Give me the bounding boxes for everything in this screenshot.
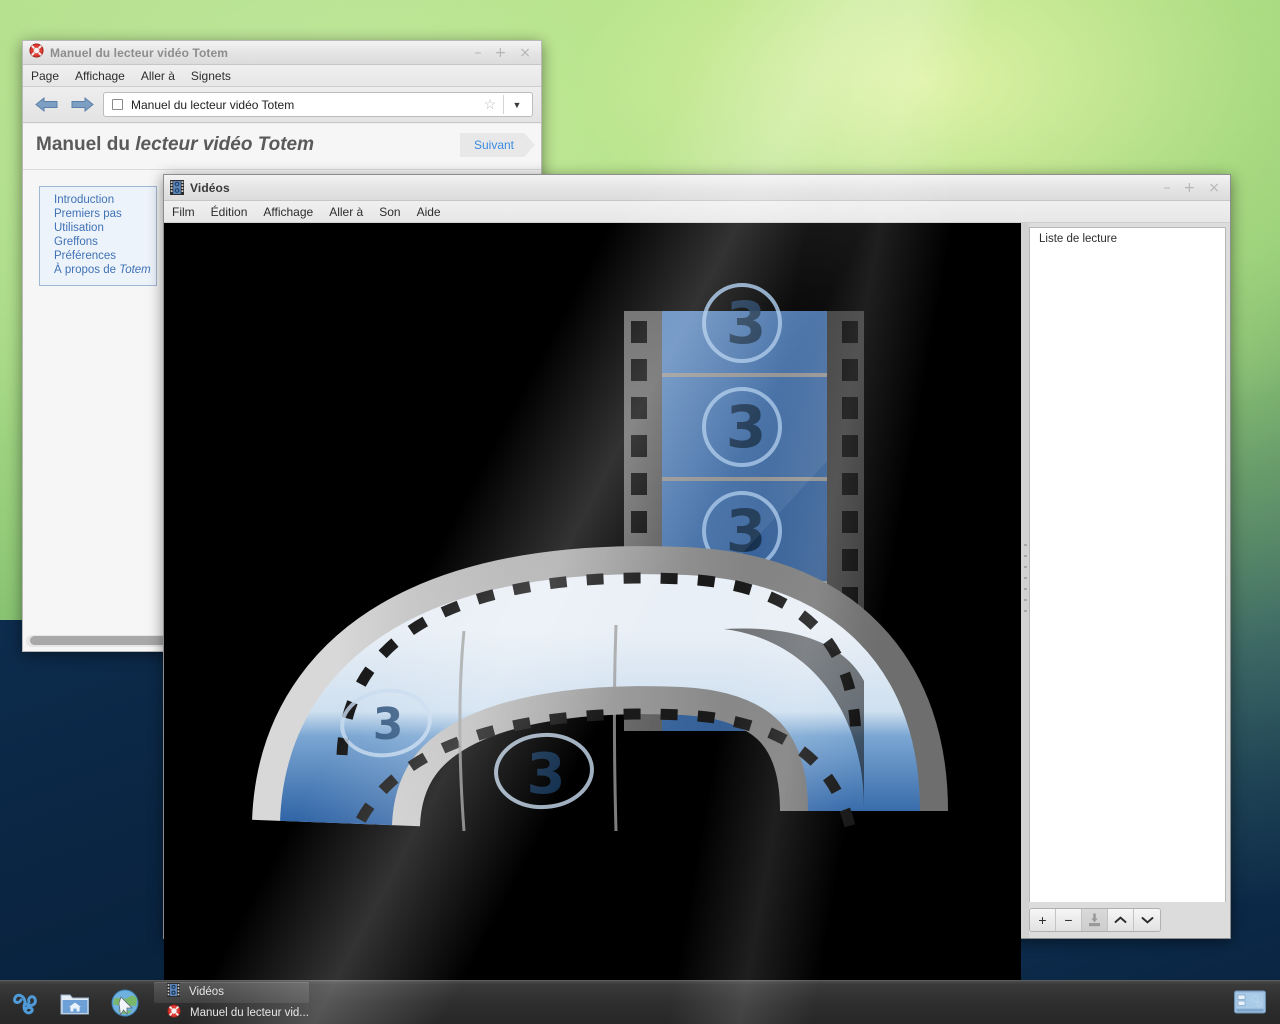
film-strip-icon [167,982,180,1002]
task-button-videos[interactable]: Vidéos [154,981,309,1003]
globe-icon[interactable] [100,981,150,1024]
help-titlebar[interactable]: Manuel du lecteur vidéo Totem – + × [23,41,541,65]
menu-item-signets[interactable]: Signets [191,69,231,83]
toc-link-premiers-pas[interactable]: Premiers pas [40,207,156,221]
toc-link-preferences[interactable]: Préférences [40,249,156,263]
star-icon[interactable]: ☆ [479,96,501,113]
toc-link-a-propos-text: À propos de [54,264,120,276]
help-minimize-button[interactable]: – [475,46,482,60]
playlist-toolbar: + − [1029,902,1230,938]
next-page-button[interactable]: Suivant [459,133,536,157]
help-lifebuoy-icon [29,42,44,63]
help-close-button[interactable]: × [519,46,531,60]
totem-maximize-button[interactable]: + [1184,181,1196,195]
back-arrow-icon[interactable] [31,93,61,117]
playlist-remove-button[interactable]: − [1056,909,1082,931]
playlist-add-button[interactable]: + [1030,909,1056,931]
playlist-panel: Liste de lecture + − [1029,223,1230,938]
menu-item-aller-a[interactable]: Aller à [329,205,363,219]
video-display[interactable]: 333 3 3 [164,223,1021,1010]
task-button-help[interactable]: Manuel du lecteur vid... [154,1003,309,1024]
task-list: Vidéos Manuel du lecteur vid... [150,981,1220,1024]
location-bar[interactable]: Manuel du lecteur vidéo Totem ☆ ▼ [103,92,533,117]
taskbar: Vidéos Manuel du lecteur vid... [0,980,1280,1024]
menu-item-affichage[interactable]: Affichage [263,205,313,219]
task-label: Manuel du lecteur vid... [190,1007,309,1019]
pager-icon[interactable] [1220,981,1280,1024]
toolbar-divider [503,95,504,114]
menu-item-affichage[interactable]: Affichage [75,69,125,83]
help-lifebuoy-icon [167,1003,181,1023]
playlist-move-up-button[interactable] [1108,909,1134,931]
totem-window[interactable]: Vidéos – + × Film Édition Affichage Alle… [163,174,1231,1024]
film-strip-icon [170,180,184,195]
desktop: Manuel du lecteur vidéo Totem – + × Page… [0,0,1280,1024]
page-title-emphasis: lecteur vidéo Totem [135,134,315,155]
totem-close-button[interactable]: × [1208,181,1220,195]
menu-item-aller-a[interactable]: Aller à [141,69,175,83]
triskelion-icon[interactable] [0,981,50,1024]
svg-text:3: 3 [373,699,404,750]
chevron-down-icon[interactable]: ▼ [506,100,528,110]
toc-link-a-propos[interactable]: À propos de Totem [40,263,156,277]
help-toolbar: Manuel du lecteur vidéo Totem ☆ ▼ [23,87,541,123]
menu-item-son[interactable]: Son [379,205,400,219]
menu-item-edition[interactable]: Édition [211,205,248,219]
help-menubar: Page Affichage Aller à Signets [23,65,541,87]
toc-link-utilisation[interactable]: Utilisation [40,221,156,235]
totem-menubar: Film Édition Affichage Aller à Son Aide [164,201,1230,223]
playlist-move-down-button[interactable] [1134,909,1160,931]
totem-titlebar[interactable]: Vidéos – + × [164,175,1230,201]
menu-item-page[interactable]: Page [31,69,59,83]
toc-link-a-propos-emphasis: Totem [119,264,151,276]
location-value: Manuel du lecteur vidéo Totem [131,97,295,112]
help-window-title: Manuel du lecteur vidéo Totem [50,45,229,60]
page-title-plain: Manuel du [36,134,136,155]
help-maximize-button[interactable]: + [495,46,507,60]
document-header: Manuel du lecteur vidéo Totem Suivant [23,124,541,170]
playlist-list[interactable]: Liste de lecture [1029,227,1226,902]
page-icon [112,99,123,110]
table-of-contents: Introduction Premiers pas Utilisation Gr… [39,186,157,286]
toc-link-greffons[interactable]: Greffons [40,235,156,249]
panel-splitter[interactable] [1021,223,1029,938]
toc-link-introduction[interactable]: Introduction [40,193,156,207]
forward-arrow-icon[interactable] [67,93,97,117]
home-folder-icon[interactable] [50,981,100,1024]
menu-item-aide[interactable]: Aide [417,205,441,219]
page-title: Manuel du lecteur vidéo Totem [36,134,314,156]
menu-item-film[interactable]: Film [172,205,195,219]
svg-text:3: 3 [527,742,566,807]
totem-minimize-button[interactable]: – [1164,181,1171,195]
task-label: Vidéos [189,986,224,998]
playlist-save-button[interactable] [1082,909,1108,931]
playlist-header: Liste de lecture [1039,233,1117,245]
totem-window-title: Vidéos [190,180,230,195]
